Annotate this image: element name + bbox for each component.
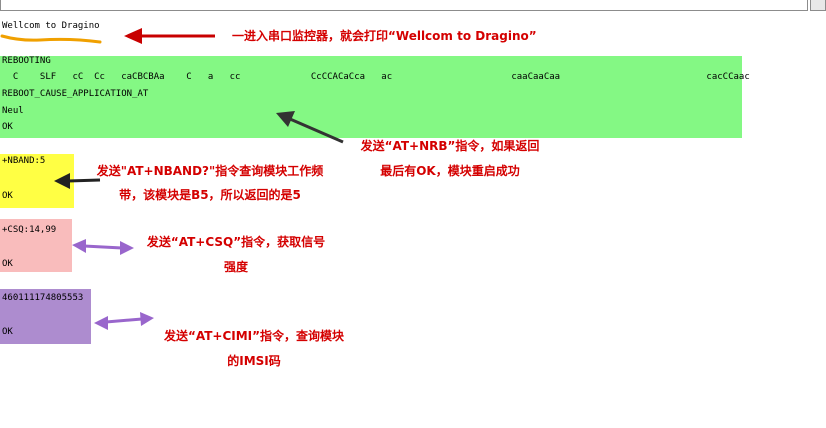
nband-line-2: OK (2, 191, 13, 201)
csq-arrow (83, 244, 123, 250)
csq-output-block: +CSQ:14,99 OK (0, 219, 72, 272)
send-input[interactable] (0, 0, 808, 11)
reboot-output-block: REBOOTING C SLF cC Cc caCBCBAa C a cc Cc… (0, 56, 750, 138)
nband-annotation-line-2: 带，该模块是B5，所以返回的是5 (119, 188, 301, 202)
reboot-line-3: REBOOT_CAUSE_APPLICATION_AT (2, 89, 149, 99)
nrb-annotation: 发送“AT+NRB”指令，如果返回 最后有OK，模块重启成功 (350, 138, 550, 179)
welcome-arrow-head (124, 28, 142, 44)
csq-annotation-line-1: 发送“AT+CSQ”指令，获取信号 (146, 235, 326, 249)
cimi-arrow-left-head (94, 316, 108, 330)
cimi-line-1: 460111174805553 (2, 293, 84, 303)
cimi-annotation-line-1: 发送“AT+CIMI”指令，查询模块 (163, 329, 345, 343)
csq-line-1: +CSQ:14,99 (2, 225, 57, 235)
welcome-line: Wellcom to Dragino (2, 21, 100, 31)
nband-annotation: 发送"AT+NBAND?"指令查询模块工作频 带，该模块是B5，所以返回的是5 (90, 163, 330, 203)
cimi-arrow-right-head (140, 312, 154, 326)
cimi-arrow (105, 317, 143, 324)
csq-arrow-left-head (72, 239, 86, 253)
welcome-annotation: 一进入串口监控器，就会打印“Wellcom to Dragino” (232, 29, 537, 43)
reboot-line-5: OK (2, 122, 13, 132)
csq-line-2: OK (2, 259, 13, 269)
reboot-line-1: REBOOTING (2, 56, 51, 66)
nrb-annotation-line-2: 最后有OK，模块重启成功 (380, 164, 520, 178)
window-top-bar (0, 0, 826, 12)
nband-output-block: +NBAND:5 OK (0, 154, 74, 208)
reboot-line-2: C SLF cC Cc caCBCBAa C a cc CcCCACaCca a… (2, 72, 750, 82)
welcome-underline (0, 34, 102, 44)
nband-line-1: +NBAND:5 (2, 156, 46, 166)
csq-annotation-line-2: 强度 (223, 260, 248, 274)
nband-annotation-line-1: 发送"AT+NBAND?"指令查询模块工作频 (96, 164, 324, 178)
csq-annotation: 发送“AT+CSQ”指令，获取信号 强度 (138, 234, 334, 275)
cimi-annotation-line-2: 的IMSI码 (227, 354, 281, 368)
cimi-output-block: 460111174805553 OK (0, 289, 91, 344)
csq-arrow-right-head (120, 241, 134, 255)
nrb-annotation-line-1: 发送“AT+NRB”指令，如果返回 (360, 139, 540, 153)
reboot-line-4: Neul (2, 106, 24, 116)
send-button[interactable] (810, 0, 826, 11)
cimi-line-2: OK (2, 327, 13, 337)
cimi-annotation: 发送“AT+CIMI”指令，查询模块 的IMSI码 (154, 328, 354, 369)
